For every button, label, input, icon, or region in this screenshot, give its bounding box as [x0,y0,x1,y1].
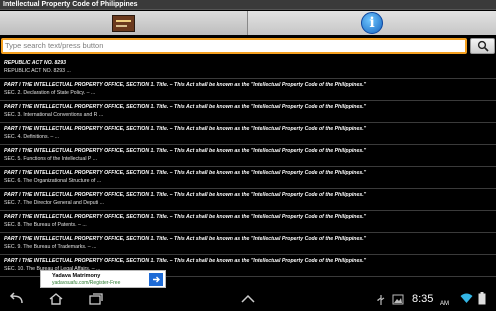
search-input[interactable]: Type search text/press button [1,38,467,54]
info-icon: i [361,12,383,34]
toolbar: i [0,11,496,35]
list-item-subtitle: SEC. 4. Definitions. – ... [4,134,60,140]
list-item-title: PART I THE INTELLECTUAL PROPERTY OFFICE,… [4,126,367,132]
book-button[interactable] [0,11,248,35]
search-icon [477,40,489,52]
back-icon[interactable] [8,292,24,306]
list-item-title: PART I THE INTELLECTUAL PROPERTY OFFICE,… [4,236,367,242]
ad-title: Yadava Matrimony [52,273,101,279]
list-item[interactable]: PART I THE INTELLECTUAL PROPERTY OFFICE,… [0,145,496,167]
recent-apps-icon[interactable] [88,292,104,306]
usb-icon [377,295,385,305]
wifi-icon [460,293,473,303]
list-item[interactable]: PART I THE INTELLECTUAL PROPERTY OFFICE,… [0,167,496,189]
search-button[interactable] [470,38,495,54]
list-item[interactable]: PART I THE INTELLECTUAL PROPERTY OFFICE,… [0,123,496,145]
clock-time: 8:35 [412,293,434,305]
list-item-title: PART I THE INTELLECTUAL PROPERTY OFFICE,… [4,214,367,220]
search-row: Type search text/press button [0,36,496,56]
book-icon [112,14,135,32]
list-item-title: PART I THE INTELLECTUAL PROPERTY OFFICE,… [4,170,367,176]
list-item-title: REPUBLIC ACT NO. 8293 [4,60,67,66]
list-item[interactable]: PART I THE INTELLECTUAL PROPERTY OFFICE,… [0,211,496,233]
list-item-subtitle: SEC. 9. The Bureau of Trademarks. – ... [4,244,97,250]
list-item-subtitle: REPUBLIC ACT NO. 8293 ... [4,68,71,74]
list-item[interactable]: REPUBLIC ACT NO. 8293 REPUBLIC ACT NO. 8… [0,57,496,79]
ad-url: yadavsuafu.com/Register-Free [52,280,121,286]
image-icon [392,294,404,305]
list-item[interactable]: PART I THE INTELLECTUAL PROPERTY OFFICE,… [0,233,496,255]
arrow-right-icon [152,276,160,283]
battery-icon [478,292,486,305]
list-item-subtitle: SEC. 3. International Conventions and R … [4,112,104,118]
list-item-subtitle: SEC. 7. The Director General and Deputi … [4,200,104,206]
list-item[interactable]: PART I THE INTELLECTUAL PROPERTY OFFICE,… [0,79,496,101]
section-list: REPUBLIC ACT NO. 8293 REPUBLIC ACT NO. 8… [0,57,496,287]
list-item[interactable]: PART I THE INTELLECTUAL PROPERTY OFFICE,… [0,189,496,211]
list-item-subtitle: SEC. 2. Declaration of State Policy. – .… [4,90,96,96]
system-nav-bar: 8:35 AM [0,289,496,310]
home-icon[interactable] [48,292,64,306]
list-item[interactable]: PART I THE INTELLECTUAL PROPERTY OFFICE,… [0,101,496,123]
list-item-title: PART I THE INTELLECTUAL PROPERTY OFFICE,… [4,258,367,264]
clock-ampm: AM [440,301,449,307]
app-title: Intellectual Property Code of Philippine… [0,0,496,10]
list-item-subtitle: SEC. 8. The Bureau of Patents. – ... [4,222,87,228]
list-item-subtitle: SEC. 6. The Organizational Structure of … [4,178,102,184]
list-item-title: PART I THE INTELLECTUAL PROPERTY OFFICE,… [4,82,367,88]
list-item-subtitle: SEC. 5. Functions of the Intellectual P … [4,156,98,162]
chevron-up-icon[interactable] [240,294,256,304]
list-item-title: PART I THE INTELLECTUAL PROPERTY OFFICE,… [4,148,367,154]
ad-arrow-button[interactable] [149,273,163,286]
list-item-title: PART I THE INTELLECTUAL PROPERTY OFFICE,… [4,104,367,110]
list-item-title: PART I THE INTELLECTUAL PROPERTY OFFICE,… [4,192,367,198]
ad-banner[interactable]: Yadava Matrimony yadavsuafu.com/Register… [40,270,166,288]
info-button[interactable]: i [248,11,496,35]
